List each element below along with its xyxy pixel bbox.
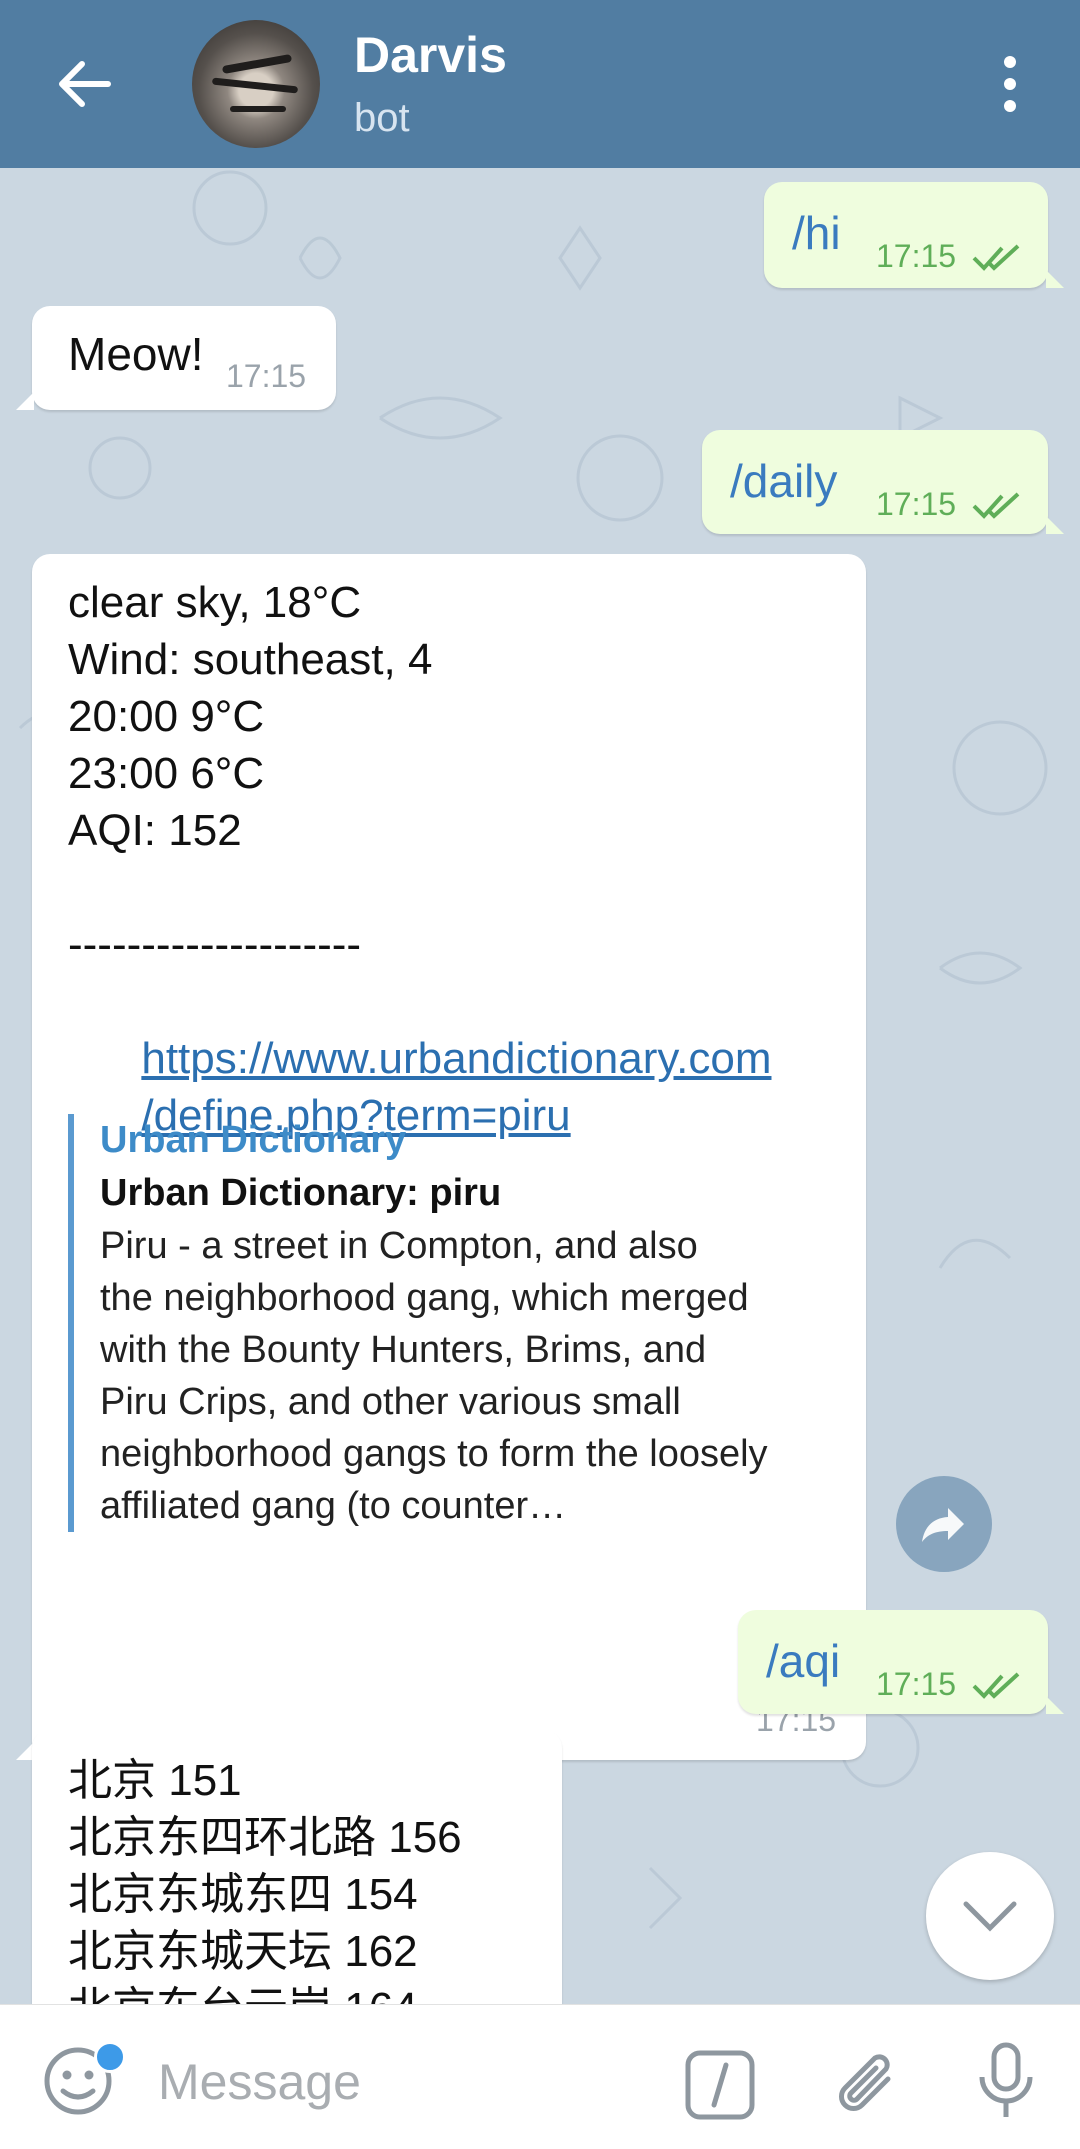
double-check-icon <box>972 244 1020 271</box>
bot-commands-icon[interactable] <box>680 2045 760 2125</box>
chat-subtitle: bot <box>354 96 410 140</box>
preview-description-line: Piru Crips, and other various small <box>100 1381 681 1423</box>
message-input[interactable] <box>156 2043 660 2121</box>
notification-dot <box>94 2041 126 2073</box>
aqi-line: 北京东城东四 154 <box>68 1870 418 1919</box>
outgoing-message-bubble[interactable]: /aqi 17:15 <box>738 1610 1064 1714</box>
preview-title: Urban Dictionary: piru <box>100 1172 502 1214</box>
preview-site-name: Urban Dictionary <box>100 1119 407 1161</box>
outgoing-message-bubble[interactable]: /hi 17:15 <box>764 182 1064 288</box>
aqi-line: 北京东台云岗 164 <box>68 1980 418 2004</box>
message-text[interactable]: /daily <box>730 454 837 508</box>
aqi-line: 北京东城天坛 162 <box>68 1927 418 1976</box>
share-button[interactable] <box>896 1476 992 1572</box>
more-vertical-icon <box>1004 56 1016 68</box>
scroll-down-button[interactable] <box>926 1852 1054 1980</box>
double-check-icon <box>972 492 1020 519</box>
message-text[interactable]: /aqi <box>766 1634 840 1688</box>
link-preview[interactable]: Urban Dictionary Urban Dictionary: piru … <box>68 1114 848 1532</box>
report-line: AQI: 152 <box>68 806 242 855</box>
message-time: 17:15 <box>876 1666 957 1702</box>
report-line: Wind: southeast, 4 <box>68 635 433 684</box>
preview-description-line: with the Bounty Hunters, Brims, and <box>100 1329 707 1371</box>
share-arrow-icon <box>922 1508 964 1542</box>
more-menu-button[interactable] <box>980 44 1040 124</box>
message-time: 17:15 <box>876 238 957 274</box>
report-line: 23:00 6°C <box>68 749 265 798</box>
message-text[interactable]: Meow! <box>68 326 203 383</box>
preview-description-line: neighborhood gangs to form the loosely <box>100 1433 768 1475</box>
incoming-message-bubble[interactable]: Meow! 17:15 <box>16 306 336 410</box>
chevron-down-icon <box>963 1901 1017 1932</box>
avatar[interactable] <box>192 20 320 148</box>
preview-description-line: Piru - a street in Compton, and also <box>100 1225 698 1267</box>
preview-description-line: affiliated gang (to counter… <box>100 1485 567 1527</box>
attach-icon[interactable] <box>826 2041 906 2121</box>
microphone-icon[interactable] <box>966 2039 1046 2123</box>
separator-line: -------------------- <box>68 920 362 969</box>
outgoing-message-bubble[interactable]: /daily 17:15 <box>702 430 1064 534</box>
incoming-message-bubble[interactable]: clear sky, 18°C Wind: southeast, 4 20:00… <box>16 554 866 1760</box>
aqi-line: 北京 151 <box>68 1756 242 1805</box>
report-line: 20:00 9°C <box>68 692 265 741</box>
message-time: 17:15 <box>876 486 957 522</box>
double-check-icon <box>972 1672 1020 1699</box>
report-line: clear sky, 18°C <box>68 578 362 627</box>
incoming-message-bubble[interactable]: 北京 151 北京东四环北路 156 北京东城东四 154 北京东城天坛 162… <box>32 1730 562 2004</box>
message-text[interactable]: /hi <box>792 206 841 260</box>
message-input-bar <box>0 2004 1080 2149</box>
preview-description-line: the neighborhood gang, which merged <box>100 1277 749 1319</box>
back-button[interactable] <box>44 44 124 124</box>
chat-title[interactable]: Darvis <box>354 26 507 84</box>
message-time: 17:15 <box>226 358 307 394</box>
chat-header: Darvis bot <box>0 0 1080 168</box>
arrow-left-icon <box>59 61 111 107</box>
aqi-line: 北京东四环北路 156 <box>68 1813 462 1862</box>
chat-area[interactable]: /hi 17:15 Meow! 17:15 /daily 17:15 clear… <box>0 168 1080 2004</box>
